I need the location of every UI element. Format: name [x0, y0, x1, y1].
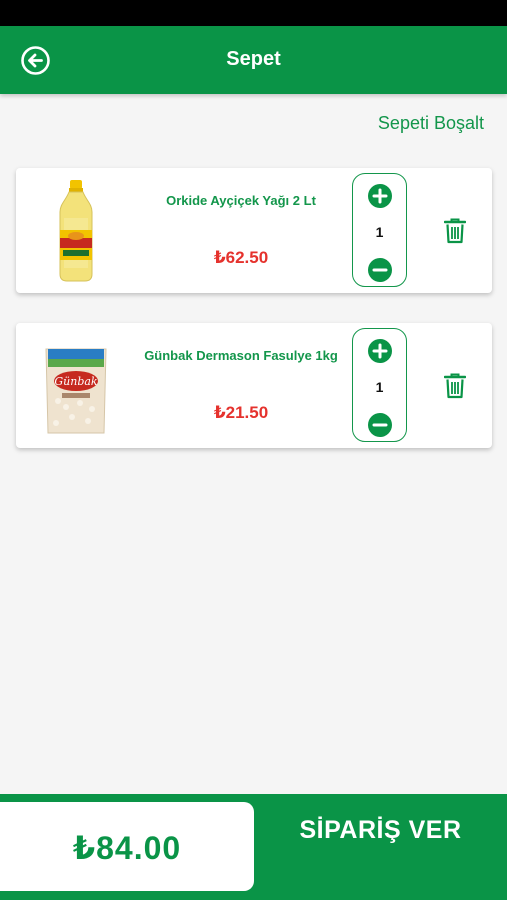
decrease-quantity-button[interactable]: [368, 413, 392, 437]
remove-item-button[interactable]: [443, 218, 467, 244]
trash-icon: [443, 373, 467, 399]
increase-quantity-button[interactable]: [368, 339, 392, 363]
plus-circle-icon: [368, 184, 392, 208]
product-name: Orkide Ayçiçek Yağı 2 Lt: [166, 193, 316, 208]
minus-circle-icon: [368, 258, 392, 282]
increase-quantity-button[interactable]: [368, 184, 392, 208]
app-header: Sepet: [0, 26, 507, 94]
clear-cart-button[interactable]: Sepeti Boşalt: [378, 113, 484, 134]
status-bar: [0, 0, 507, 26]
place-order-label: SİPARİŞ VER: [299, 816, 462, 844]
product-price: ₺62.50: [213, 248, 269, 267]
remove-item-button[interactable]: [443, 373, 467, 399]
decrease-quantity-button[interactable]: [368, 258, 392, 282]
quantity-value: 1: [375, 379, 384, 395]
trash-icon: [443, 218, 467, 244]
place-order-button[interactable]: SİPARİŞ VER: [254, 794, 507, 900]
product-image-oil: [36, 178, 116, 283]
minus-circle-icon: [368, 413, 392, 437]
plus-circle-icon: [368, 339, 392, 363]
checkout-footer: ₺84.00 SİPARİŞ VER: [0, 794, 507, 900]
page-title: Sepet: [226, 48, 281, 70]
quantity-value: 1: [375, 224, 384, 240]
product-image-beans: Günbak: [36, 333, 116, 438]
quantity-stepper: 1: [352, 328, 407, 442]
total-box: ₺84.00: [0, 802, 254, 891]
total-amount: ₺84.00: [72, 830, 182, 866]
quantity-stepper: 1: [352, 173, 407, 287]
product-name: Günbak Dermason Fasulye 1kg: [144, 348, 338, 363]
product-price: ₺21.50: [213, 403, 269, 422]
cart-item: Günbak Günbak Dermason Fasulye 1kg ₺21.5…: [16, 323, 492, 448]
cart-item: Orkide Ayçiçek Yağı 2 Lt ₺62.50 1: [16, 168, 492, 293]
svg-text:Günbak: Günbak: [54, 375, 98, 388]
